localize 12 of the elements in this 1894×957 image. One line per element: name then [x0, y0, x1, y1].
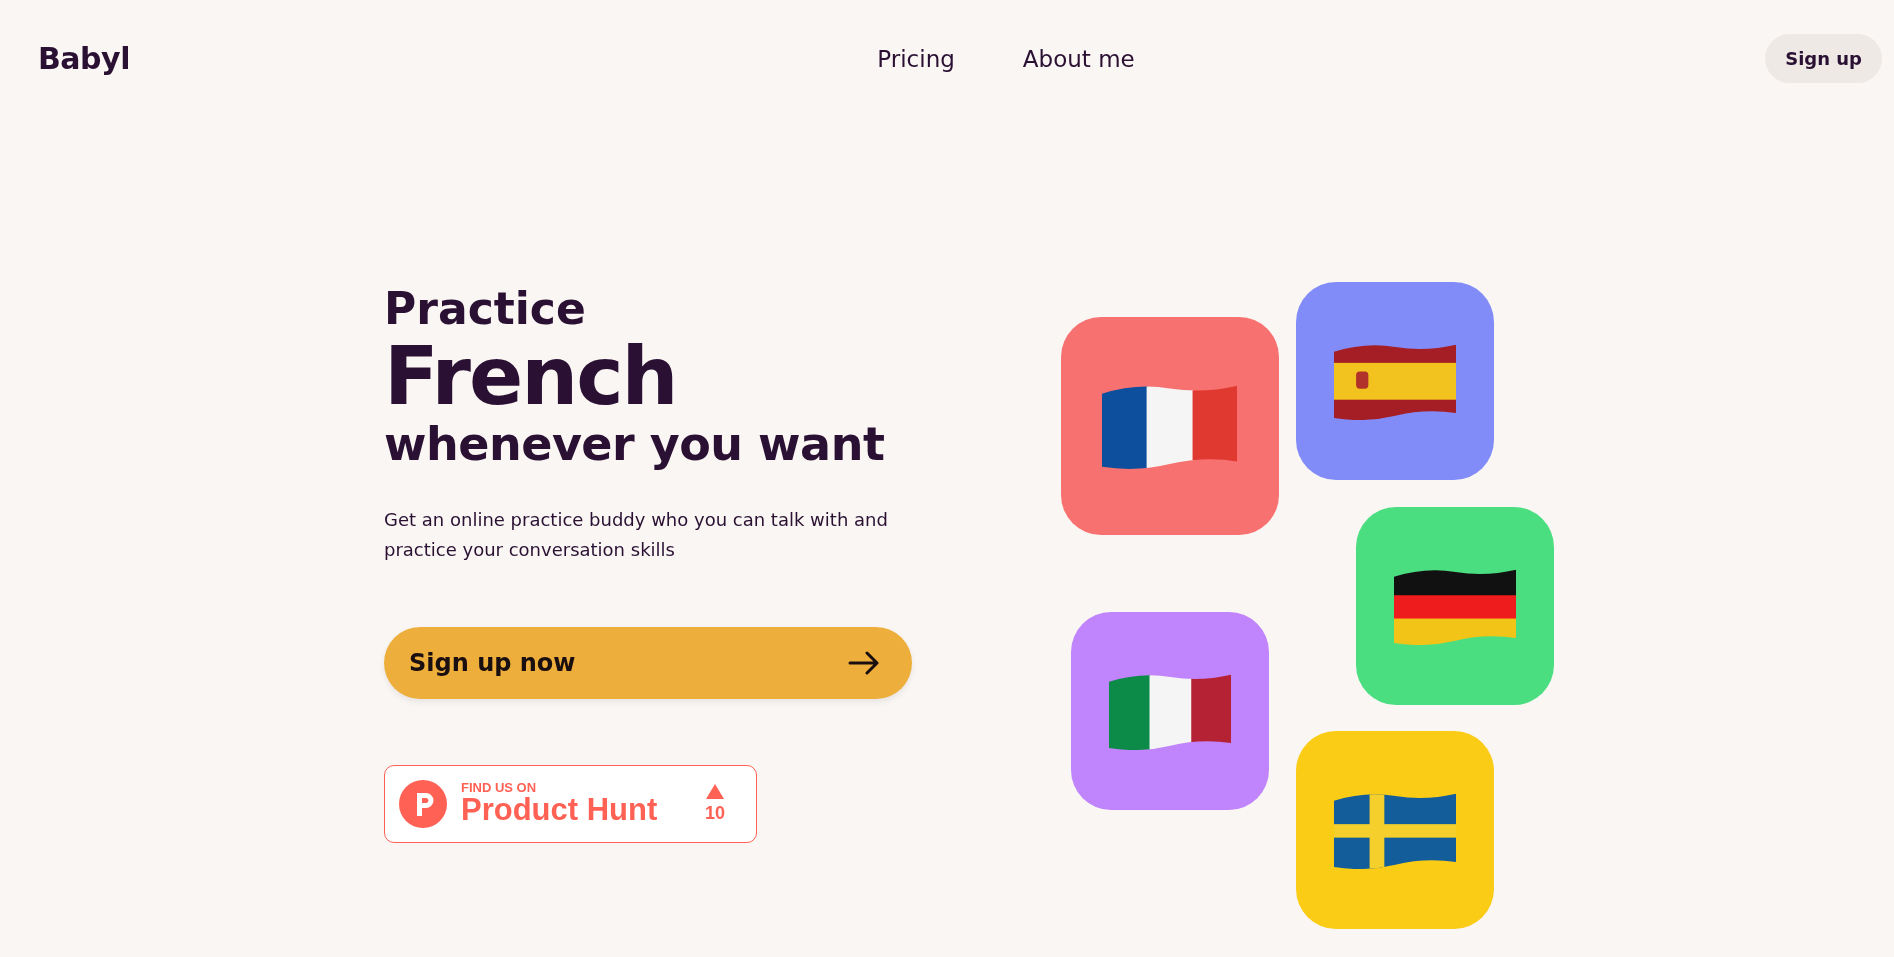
headline: whenever you want [384, 417, 886, 473]
headline: Practice [384, 285, 587, 334]
sign-up-button[interactable]: Sign up [1765, 34, 1882, 83]
p-logo-icon [399, 779, 447, 828]
sign-up-now-button[interactable]: Sign up now [384, 626, 912, 699]
upvote-triangle-icon [706, 783, 724, 799]
headline-language: French [384, 337, 678, 418]
arrow-right-icon [848, 650, 880, 675]
nav-link[interactable]: About me [1022, 45, 1135, 72]
logo[interactable]: Babyl [38, 41, 238, 76]
description: Get an online practice buddy who you can talk with and practice your conversation skills [384, 507, 889, 562]
nav-link[interactable]: Pricing [877, 45, 955, 72]
